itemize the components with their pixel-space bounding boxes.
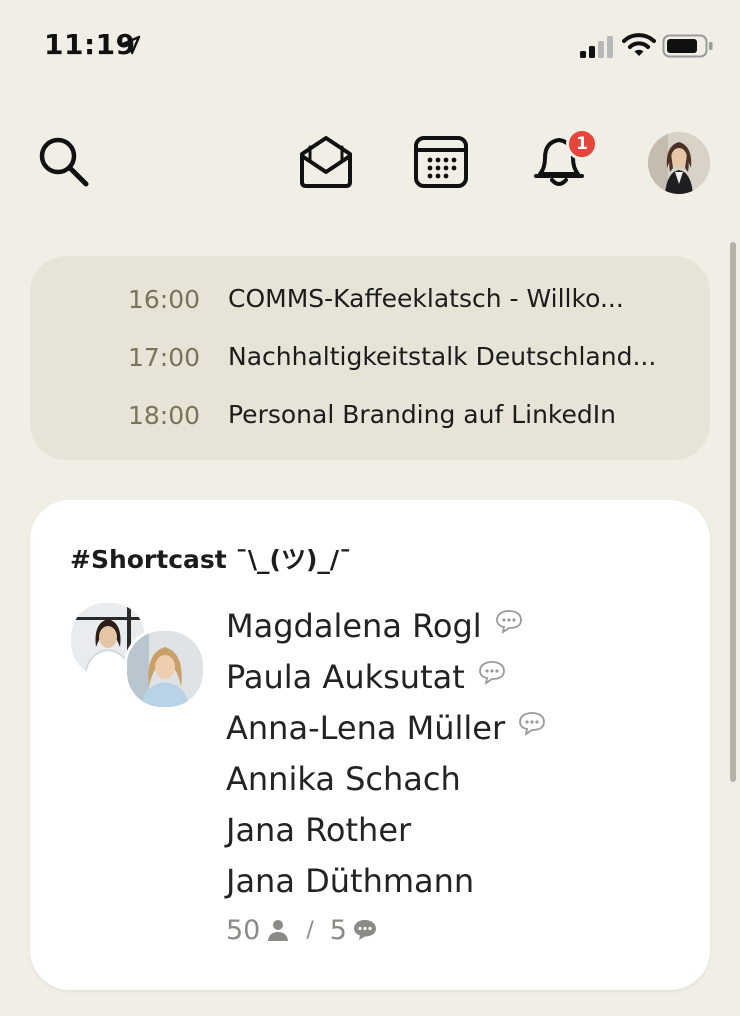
event-title: Nachhaltigkeitstalk Deutschland... <box>228 342 657 371</box>
search-icon[interactable] <box>36 134 92 190</box>
event-time: 16:00 <box>128 285 201 314</box>
profile-photo <box>648 132 710 194</box>
app-screen: 11:19 1 16:00 COMMS-Kaffeeklatsch - Will… <box>0 0 740 1016</box>
speech-bubble-icon <box>519 711 546 736</box>
upcoming-events-card: 16:00 COMMS-Kaffeeklatsch - Willko... 17… <box>30 256 710 460</box>
room-title: #Shortcast ¯\_(ツ)_/¯ <box>70 545 352 574</box>
person-icon <box>268 920 289 941</box>
wifi-icon <box>622 33 656 56</box>
event-row[interactable]: 16:00 COMMS-Kaffeeklatsch - Willko... <box>30 273 710 323</box>
listener-count: 50 <box>226 914 261 946</box>
stat-divider: / <box>306 917 314 943</box>
speech-bubble-icon <box>353 920 376 940</box>
speech-bubble-icon <box>478 660 505 685</box>
speaker-name: Jana Rother <box>226 810 412 849</box>
speech-bubble-icon <box>495 609 522 634</box>
speaker-count: 5 <box>329 914 347 946</box>
speaker-row: Jana Rother <box>226 804 547 855</box>
event-row[interactable]: 17:00 Nachhaltigkeitstalk Deutschland... <box>30 331 710 381</box>
event-row[interactable]: 18:00 Personal Branding auf LinkedIn <box>30 389 710 439</box>
event-time: 17:00 <box>128 343 201 372</box>
room-card[interactable]: #Shortcast ¯\_(ツ)_/¯ Magdalena Rogl Paul… <box>30 500 710 990</box>
speaker-row: Annika Schach <box>226 753 547 804</box>
speaker-name: Anna-Lena Müller <box>226 708 506 747</box>
notification-badge: 1 <box>566 128 598 160</box>
envelope-icon[interactable] <box>296 132 356 190</box>
speaker-photo <box>127 631 203 707</box>
room-stats: 50 / 5 <box>226 914 377 946</box>
speaker-list: Magdalena Rogl Paula Auksutat Anna-Lena … <box>226 600 547 906</box>
speaker-name: Paula Auksutat <box>226 657 465 696</box>
speaker-row: Paula Auksutat <box>226 651 547 702</box>
event-title: Personal Branding auf LinkedIn <box>228 400 616 429</box>
speaker-name: Jana Düthmann <box>226 861 475 900</box>
event-title: COMMS-Kaffeeklatsch - Willko... <box>228 284 624 313</box>
scrollbar[interactable] <box>730 242 736 782</box>
speaker-name: Magdalena Rogl <box>226 606 482 645</box>
location-arrow-icon <box>121 35 141 55</box>
speaker-row: Jana Düthmann <box>226 855 547 906</box>
event-time: 18:00 <box>128 401 201 430</box>
calendar-icon[interactable] <box>412 132 470 190</box>
speaker-row: Magdalena Rogl <box>226 600 547 651</box>
profile-avatar[interactable] <box>648 132 710 194</box>
speaker-name: Annika Schach <box>226 759 461 798</box>
battery-icon <box>662 34 713 58</box>
signal-icon <box>580 36 613 58</box>
speaker-row: Anna-Lena Müller <box>226 702 547 753</box>
status-bar: 11:19 <box>0 0 740 90</box>
speaker-avatar <box>124 628 206 710</box>
